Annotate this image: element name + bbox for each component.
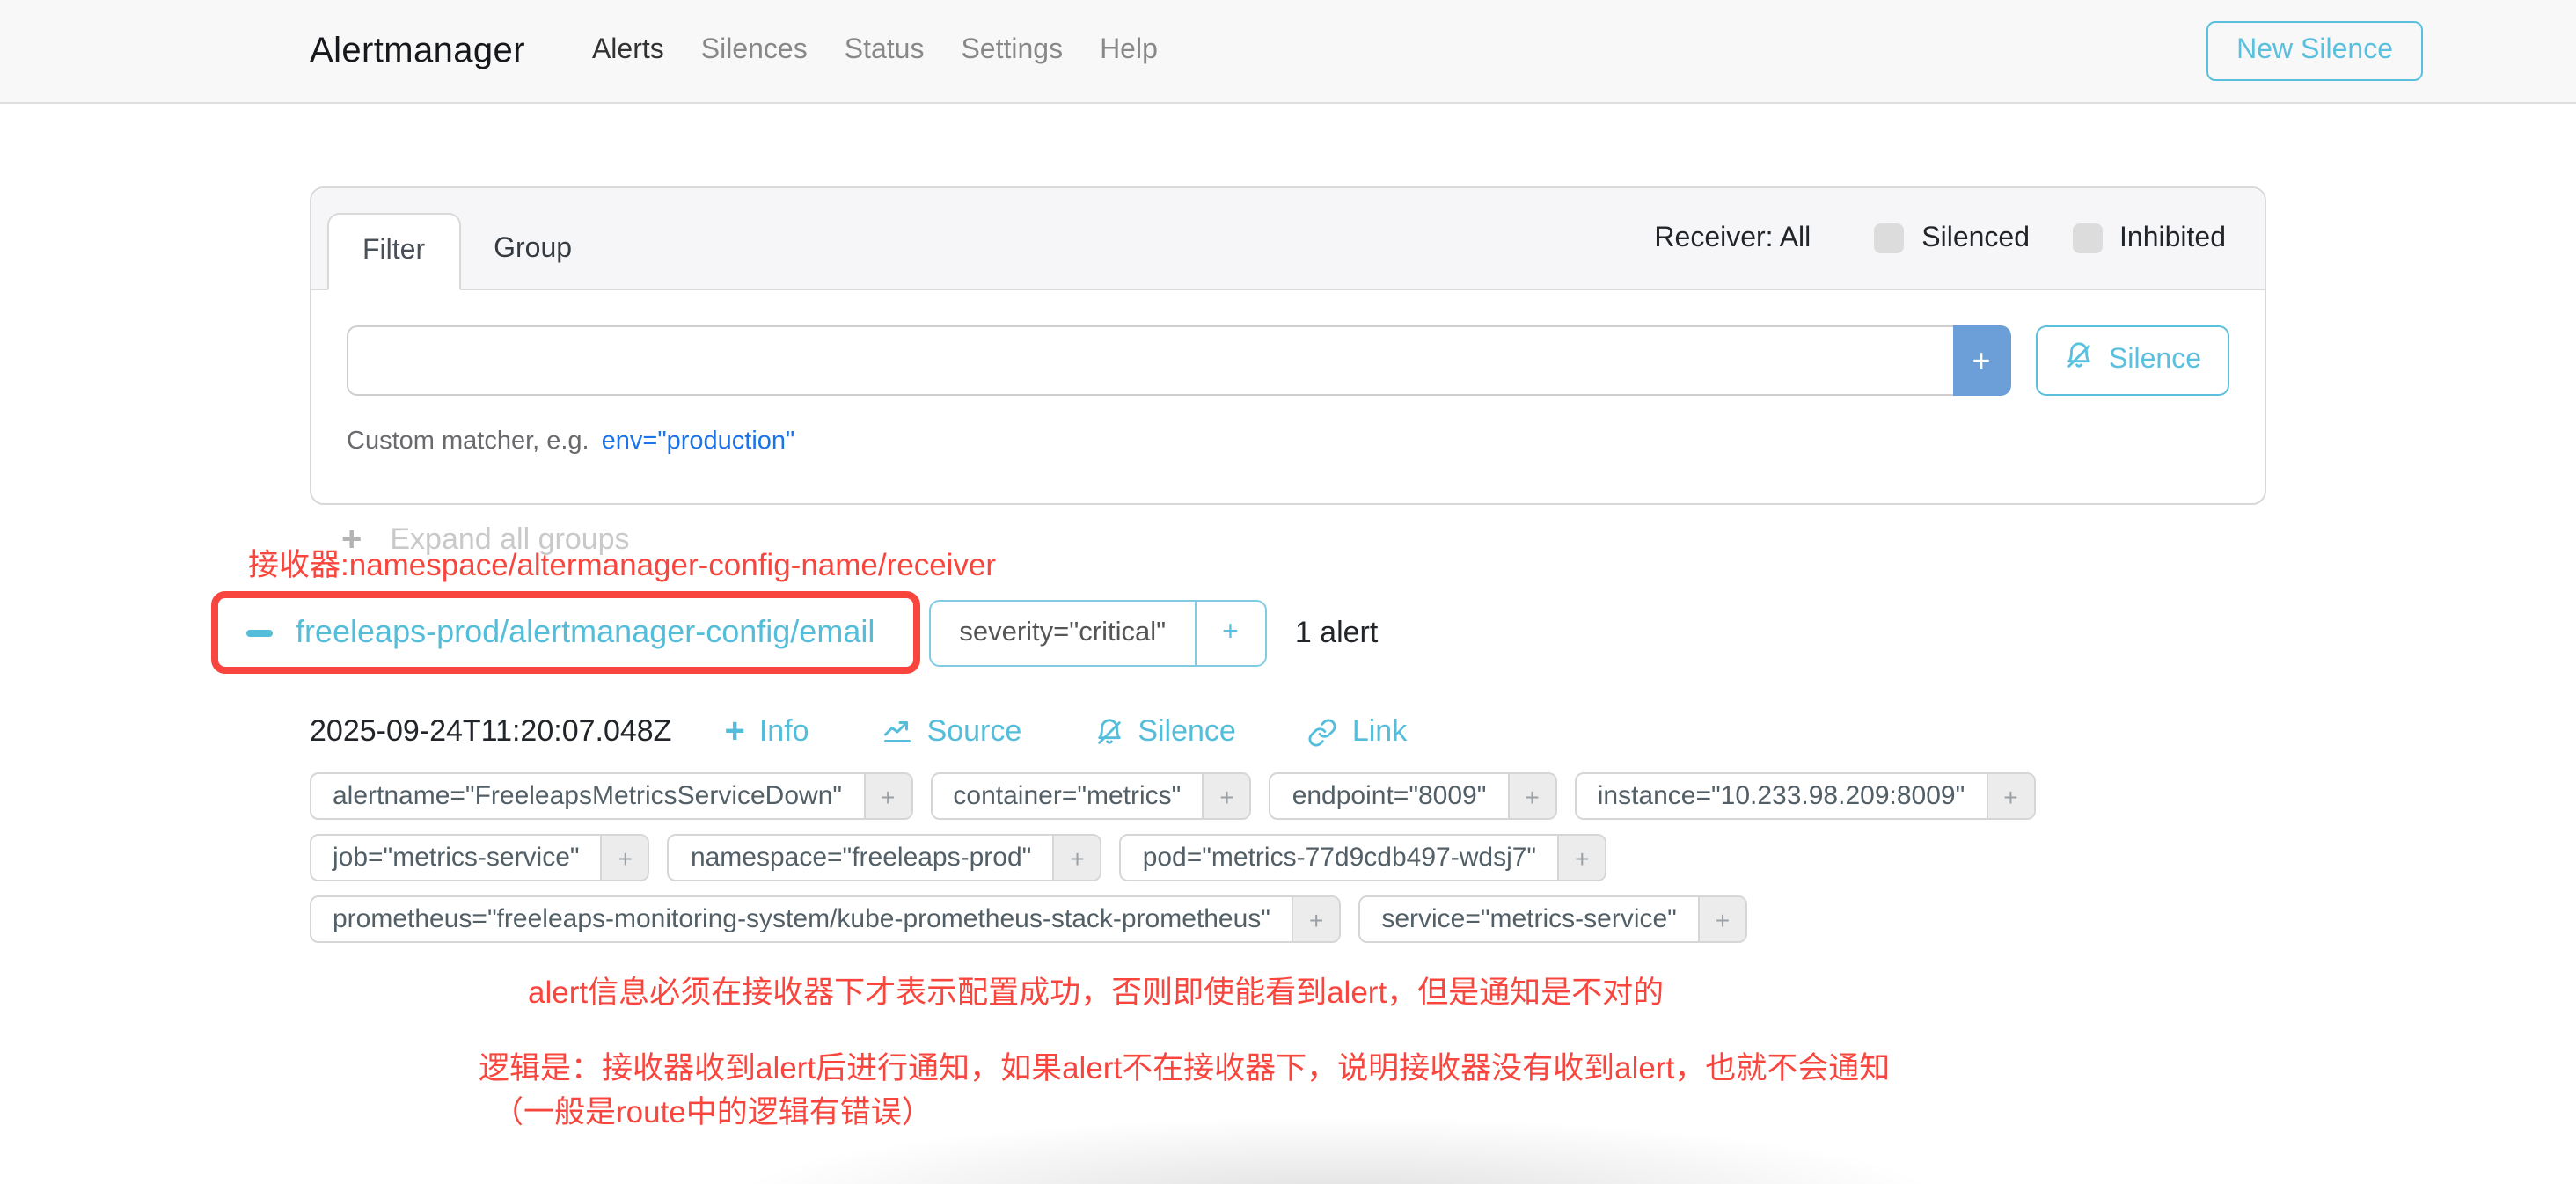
label-chip-text[interactable]: instance="10.233.98.209:8009" <box>1577 774 1987 818</box>
label-chip: pod="metrics-77d9cdb497-wdsj7" + <box>1120 834 1607 881</box>
link-action-label: Link <box>1352 714 1407 749</box>
label-chip-text[interactable]: alertname="FreeleapsMetricsServiceDown" <box>311 774 863 818</box>
label-chip-plus-button[interactable]: + <box>1052 836 1100 880</box>
new-silence-button[interactable]: New Silence <box>2206 21 2423 81</box>
nav-item-alerts[interactable]: Alerts <box>592 35 664 67</box>
label-chip: prometheus="freeleaps-monitoring-system/… <box>310 895 1341 943</box>
silenced-toggle[interactable]: Silenced <box>1874 223 2030 254</box>
logic-annotation-text: 逻辑是：接收器收到alert后进行通知，如果alert不在接收器下，说明接收器没… <box>479 1047 1890 1135</box>
label-chip: container="metrics" + <box>930 772 1251 820</box>
alert-action-source[interactable]: Source <box>882 714 1022 749</box>
group-matcher-chip: severity="critical" + <box>929 599 1266 666</box>
chart-line-icon <box>882 716 913 748</box>
matcher-example-link[interactable]: env="production" <box>602 428 795 456</box>
add-matcher-button[interactable]: + <box>1952 325 2010 396</box>
alert-action-link[interactable]: Link <box>1308 714 1407 749</box>
tab-group[interactable]: Group <box>460 213 605 290</box>
collapse-group-icon[interactable] <box>246 629 273 636</box>
label-chip-text[interactable]: container="metrics" <box>932 774 1202 818</box>
label-chip-plus-button[interactable]: + <box>863 774 911 818</box>
label-chip: service="metrics-service" + <box>1358 895 1747 943</box>
alertmanager-page: Alertmanager Alerts Silences Status Sett… <box>0 0 2576 1184</box>
silence-button[interactable]: Silence <box>2035 325 2229 396</box>
receiver-filter-label[interactable]: Receiver: All <box>1654 223 1811 254</box>
label-chip: alertname="FreeleapsMetricsServiceDown" … <box>310 772 912 820</box>
label-chip-row: alertname="FreeleapsMetricsServiceDown" … <box>310 772 2036 820</box>
receiver-group-name[interactable]: freeleaps-prod/alertmanager-config/email <box>296 614 875 651</box>
bell-slash-icon <box>1094 717 1123 747</box>
label-chip-plus-button[interactable]: + <box>1986 774 2033 818</box>
nav-item-silences[interactable]: Silences <box>701 35 808 67</box>
inhibited-label: Inhibited <box>2119 223 2226 254</box>
info-action-label: Info <box>759 714 809 749</box>
config-annotation-text: alert信息必须在接收器下才表示配置成功，否则即使能看到alert，但是通知是… <box>528 969 1664 1013</box>
receiver-group-row: freeleaps-prod/alertmanager-config/email… <box>211 591 1378 674</box>
inhibited-checkbox[interactable] <box>2072 223 2102 253</box>
silenced-label: Silenced <box>1921 223 2030 254</box>
label-chip-plus-button[interactable]: + <box>1698 897 1745 941</box>
custom-matcher-help-text: Custom matcher, e.g. <box>347 428 589 456</box>
receiver-annotation-text: 接收器:namespace/altermanager-config-name/r… <box>248 542 996 586</box>
label-chip: namespace="freeleaps-prod" + <box>668 834 1102 881</box>
inhibited-toggle[interactable]: Inhibited <box>2072 223 2226 254</box>
filter-panel-body: + Silence Custom matcher, e.g. env="produ… <box>311 290 2265 503</box>
plus-icon: + <box>724 714 744 749</box>
bell-slash-icon <box>2063 341 2093 380</box>
alert-count: 1 alert <box>1295 615 1379 650</box>
source-action-label: Source <box>927 714 1022 749</box>
tab-filter[interactable]: Filter <box>327 213 460 290</box>
label-chip: instance="10.233.98.209:8009" + <box>1575 772 2036 820</box>
label-chip: endpoint="8009" + <box>1270 772 1557 820</box>
label-chip-text[interactable]: namespace="freeleaps-prod" <box>670 836 1052 880</box>
nav-item-status[interactable]: Status <box>845 35 925 67</box>
label-chip-plus-button[interactable]: + <box>1202 774 1249 818</box>
link-icon <box>1308 717 1338 747</box>
label-chip-plus-button[interactable]: + <box>1557 836 1605 880</box>
group-matcher-label[interactable]: severity="critical" <box>931 601 1194 664</box>
alert-labels: alertname="FreeleapsMetricsServiceDown" … <box>310 772 2036 957</box>
silence-button-label: Silence <box>2109 345 2201 376</box>
matcher-input-row: + Silence <box>347 325 2229 396</box>
filter-tabs: Filter Group <box>327 213 605 289</box>
label-chip-plus-button[interactable]: + <box>1292 897 1339 941</box>
alertmanager-brand[interactable]: Alertmanager <box>310 31 525 71</box>
main-nav: Alerts Silences Status Settings Help <box>592 35 1158 67</box>
silenced-checkbox[interactable] <box>1874 223 1904 253</box>
label-chip: job="metrics-service" + <box>310 834 650 881</box>
navbar: Alertmanager Alerts Silences Status Sett… <box>0 0 2576 104</box>
annotation-highlight-box: freeleaps-prod/alertmanager-config/email <box>211 591 920 674</box>
label-chip-text[interactable]: service="metrics-service" <box>1360 897 1698 941</box>
nav-item-help[interactable]: Help <box>1100 35 1158 67</box>
matcher-input[interactable] <box>347 325 1952 396</box>
label-chip-plus-button[interactable]: + <box>1507 774 1555 818</box>
label-chip-text[interactable]: job="metrics-service" <box>311 836 601 880</box>
logic-annotation-line1: 逻辑是：接收器收到alert后进行通知，如果alert不在接收器下，说明接收器没… <box>479 1047 1890 1091</box>
silence-action-label: Silence <box>1138 714 1236 749</box>
custom-matcher-help: Custom matcher, e.g. env="production" <box>347 428 2229 456</box>
alert-action-info[interactable]: + Info <box>724 714 809 749</box>
label-chip-row: prometheus="freeleaps-monitoring-system/… <box>310 895 2036 943</box>
nav-item-settings[interactable]: Settings <box>961 35 1063 67</box>
label-chip-row: job="metrics-service" + namespace="freel… <box>310 834 2036 881</box>
alert-action-silence[interactable]: Silence <box>1094 714 1236 749</box>
label-chip-text[interactable]: prometheus="freeleaps-monitoring-system/… <box>311 897 1292 941</box>
label-chip-text[interactable]: endpoint="8009" <box>1271 774 1508 818</box>
label-chip-text[interactable]: pod="metrics-77d9cdb497-wdsj7" <box>1122 836 1557 880</box>
group-matcher-plus-button[interactable]: + <box>1194 601 1265 664</box>
label-chip-plus-button[interactable]: + <box>601 836 648 880</box>
alert-header-row: 2025-09-24T11:20:07.048Z + Info Source <box>310 714 1479 749</box>
filter-panel-header: Filter Group Receiver: All Silenced Inhi… <box>311 188 2265 290</box>
logic-annotation-line2: （一般是route中的逻辑有错误） <box>479 1091 1890 1135</box>
filter-panel: Filter Group Receiver: All Silenced Inhi… <box>310 186 2266 505</box>
filter-header-controls: Receiver: All Silenced Inhibited <box>1654 223 2226 254</box>
alert-timestamp: 2025-09-24T11:20:07.048Z <box>310 714 671 749</box>
